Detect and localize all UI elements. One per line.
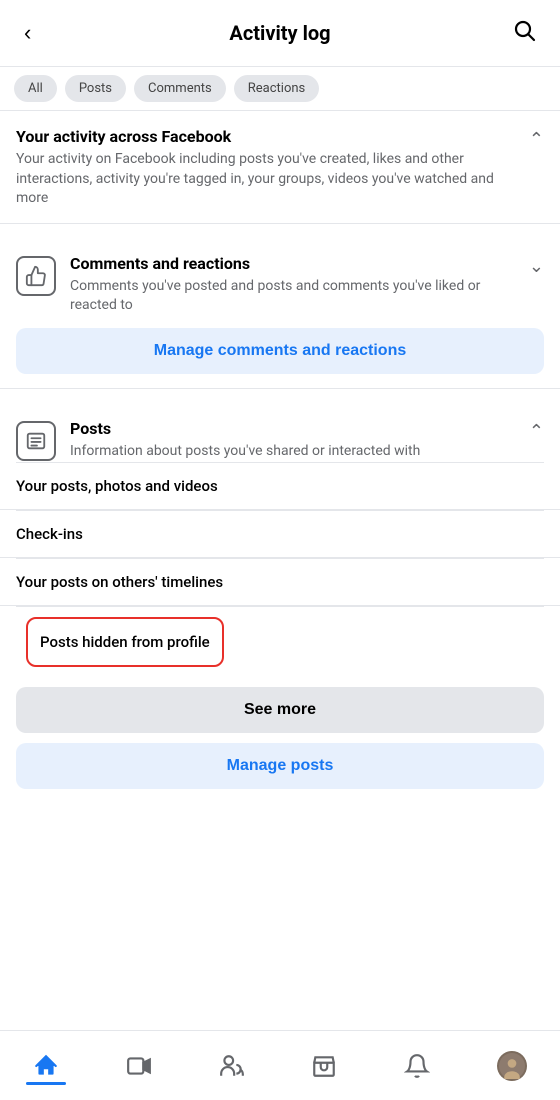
comments-desc: Comments you've posted and posts and com… <box>70 277 519 316</box>
tab-reactions[interactable]: Reactions <box>234 75 320 102</box>
nav-video[interactable] <box>116 1047 162 1085</box>
comments-title: Comments and reactions <box>70 254 519 273</box>
activity-section: Your activity across Facebook Your activ… <box>0 111 560 209</box>
tab-all[interactable]: All <box>14 75 57 102</box>
comments-section: Comments and reactions Comments you've p… <box>0 238 560 316</box>
posts-icon <box>25 430 47 452</box>
nav-home[interactable] <box>23 1047 69 1085</box>
home-icon <box>33 1053 59 1079</box>
home-active-bar <box>26 1082 66 1085</box>
app-header: ‹ Activity log <box>0 0 560 67</box>
posts-hidden-wrapper: Posts hidden from profile <box>0 607 560 677</box>
comments-section-row: Comments and reactions Comments you've p… <box>16 254 544 316</box>
avatar <box>497 1051 527 1081</box>
back-button[interactable]: ‹ <box>20 16 35 50</box>
manage-posts-button[interactable]: Manage posts <box>16 743 544 789</box>
divider-1 <box>0 223 560 224</box>
thumbs-up-icon-box <box>16 256 56 296</box>
posts-title: Posts <box>70 419 420 438</box>
sub-item-hidden-from-profile[interactable]: Posts hidden from profile <box>26 617 224 667</box>
notifications-icon <box>404 1053 430 1079</box>
thumbs-up-icon <box>25 265 47 287</box>
comments-header: Comments and reactions Comments you've p… <box>70 254 544 316</box>
manage-comments-button[interactable]: Manage comments and reactions <box>16 328 544 374</box>
nav-notifications[interactable] <box>394 1047 440 1085</box>
tab-comments[interactable]: Comments <box>134 75 226 102</box>
activity-section-desc: Your activity on Facebook including post… <box>16 150 519 209</box>
tabs-strip: All Posts Comments Reactions <box>0 67 560 111</box>
see-more-button[interactable]: See more <box>16 687 544 733</box>
nav-friends[interactable] <box>209 1047 255 1085</box>
video-icon <box>126 1053 152 1079</box>
marketplace-icon <box>311 1053 337 1079</box>
activity-section-header: Your activity across Facebook Your activ… <box>16 127 544 209</box>
tab-posts[interactable]: Posts <box>65 75 126 102</box>
posts-section: Posts Information about posts you've sha… <box>0 403 560 462</box>
posts-header: Posts Information about posts you've sha… <box>70 419 544 462</box>
sub-item-posts-photos[interactable]: Your posts, photos and videos <box>0 463 560 510</box>
posts-chevron[interactable]: ⌃ <box>529 421 544 442</box>
search-button[interactable] <box>508 14 540 52</box>
avatar-image <box>499 1053 525 1079</box>
activity-chevron[interactable]: ⌃ <box>529 129 544 150</box>
activity-section-title: Your activity across Facebook <box>16 127 519 146</box>
sub-item-others-timelines[interactable]: Your posts on others' timelines <box>0 559 560 606</box>
search-icon <box>512 18 536 42</box>
posts-desc: Information about posts you've shared or… <box>70 442 420 462</box>
posts-section-row: Posts Information about posts you've sha… <box>16 419 544 462</box>
nav-marketplace[interactable] <box>301 1047 347 1085</box>
friends-icon <box>219 1053 245 1079</box>
posts-icon-box <box>16 421 56 461</box>
posts-subitems: Your posts, photos and videos Check-ins … <box>0 462 560 677</box>
divider-2 <box>0 388 560 389</box>
nav-profile[interactable] <box>487 1045 537 1087</box>
bottom-nav <box>0 1030 560 1100</box>
sub-item-checkins[interactable]: Check-ins <box>0 511 560 558</box>
comments-chevron[interactable]: ⌄ <box>529 256 544 277</box>
page-title: Activity log <box>229 21 330 45</box>
